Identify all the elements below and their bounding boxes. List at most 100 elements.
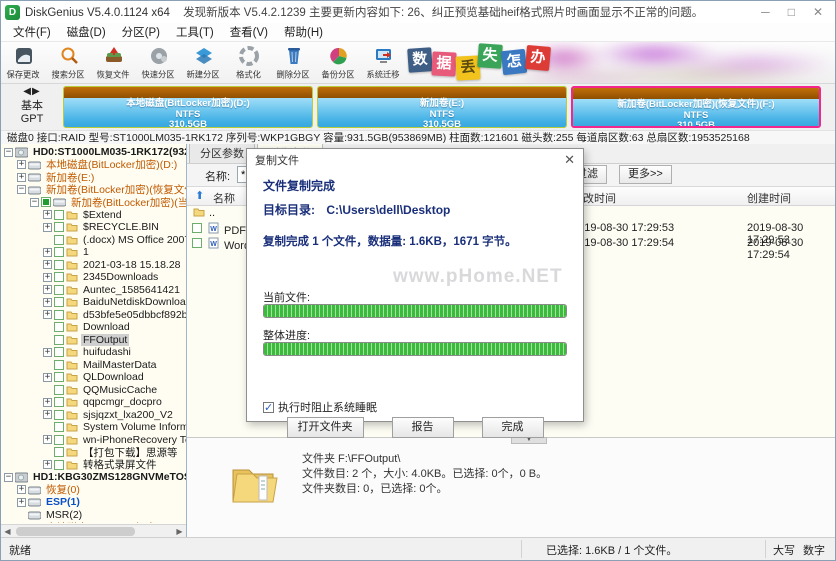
tree-checkbox[interactable] [54,422,64,432]
expand-icon[interactable]: + [17,160,26,169]
expand-icon[interactable]: + [43,298,52,307]
tree-item[interactable]: +2021-03-18 15.18.28 [1,259,186,272]
expand-icon[interactable]: + [43,398,52,407]
collapse-icon[interactable]: − [17,185,26,194]
tree-item[interactable]: +本地磁盘(BitLocker加密)(C:) [1,521,186,523]
tree-checkbox[interactable] [54,222,64,232]
tree-checkbox[interactable] [54,297,64,307]
tree-item[interactable]: +Auntec_1585641421 [1,284,186,297]
expand-icon[interactable]: + [43,260,52,269]
ad-tile[interactable]: 数 [407,47,433,73]
tree-item[interactable]: FFOutput [1,334,186,347]
系统迁移-button[interactable]: 系统迁移 [361,42,406,83]
column-created[interactable]: 创建时间 [747,190,791,206]
collapse-icon[interactable]: − [4,148,13,157]
partition-bar-2[interactable]: 新加卷(BitLocker加密)(恢复文件)(F:)NTFS310.5GB [571,86,821,128]
tree-item[interactable]: +huifudashi [1,346,186,359]
tree-checkbox[interactable] [54,247,64,257]
file-checkbox[interactable] [192,238,202,248]
expand-icon[interactable]: + [17,498,26,507]
menu-item-2[interactable]: 分区(P) [114,23,168,41]
tree-item[interactable]: +恢复(0) [1,484,186,497]
打开文件夹-button[interactable]: 打开文件夹 [287,417,364,438]
collapse-panel-button[interactable]: ▼ [511,437,547,444]
tree-item[interactable]: +BaiduNetdiskDownload [1,296,186,309]
more-button[interactable]: 更多>> [619,165,672,184]
tree-item[interactable]: +qqpcmgr_docpro [1,396,186,409]
搜索分区-button[interactable]: 搜索分区 [46,42,91,83]
tree-item[interactable]: +$RECYCLE.BIN [1,221,186,234]
tree-item[interactable]: +ESP(1) [1,496,186,509]
collapse-icon[interactable]: − [4,473,13,482]
tree-item[interactable]: +1 [1,246,186,259]
partition-bar-1[interactable]: 新加卷(E:)NTFS310.5GB [317,86,567,128]
checkbox-checked-icon[interactable] [263,402,274,413]
备份分区-button[interactable]: 备份分区 [316,42,361,83]
ad-tile[interactable]: 办 [525,45,551,71]
ad-tile[interactable]: 失 [477,43,503,69]
tree-checkbox[interactable] [41,197,51,207]
expand-icon[interactable]: + [43,273,52,282]
expand-icon[interactable]: + [43,223,52,232]
partition-bar-0[interactable]: 本地磁盘(BitLocker加密)(D:)NTFS310.5GB [63,86,313,128]
tree-checkbox[interactable] [54,435,64,445]
expand-icon[interactable]: + [43,373,52,382]
tree-item[interactable]: +2345Downloads [1,271,186,284]
expand-icon[interactable]: + [43,285,52,294]
close-button[interactable]: ✕ [813,5,823,19]
ad-banner[interactable]: 数据丢失怎办 [406,42,835,83]
menu-item-0[interactable]: 文件(F) [5,23,59,41]
tree-checkbox[interactable] [54,372,64,382]
tree-checkbox[interactable] [54,272,64,282]
ad-tile[interactable]: 据 [431,51,456,76]
scroll-right-icon[interactable]: ▶ [173,527,186,536]
tree-item[interactable]: (.docx) MS Office 2007 WO [1,234,186,247]
完成-button[interactable]: 完成 [482,417,544,438]
maximize-button[interactable]: □ [788,5,795,19]
新建分区-button[interactable]: 新建分区 [181,42,226,83]
tree-item[interactable]: +转格式录屏文件 [1,459,186,472]
expand-icon[interactable]: + [17,173,26,182]
dialog-title-bar[interactable]: 复制文件 ✕ [247,149,583,171]
expand-icon[interactable]: + [43,410,52,419]
expand-icon[interactable]: + [17,485,26,494]
tree-checkbox[interactable] [54,360,64,370]
tree-item[interactable]: +$Extend [1,209,186,222]
tree-checkbox[interactable] [54,285,64,295]
dialog-close-icon[interactable]: ✕ [564,152,575,168]
sort-ascending-icon[interactable]: ⬆ [195,189,204,202]
ad-tile[interactable]: 怎 [501,49,527,75]
tree-checkbox[interactable] [54,447,64,457]
删除分区-button[interactable]: 删除分区 [271,42,316,83]
expand-icon[interactable]: + [43,248,52,257]
menu-item-1[interactable]: 磁盘(D) [59,23,114,41]
expand-icon[interactable]: + [43,310,52,319]
快速分区-button[interactable]: 快速分区 [136,42,181,83]
tree-checkbox[interactable] [54,210,64,220]
tree-item[interactable]: +sjsjqzxt_lxa200_V2 [1,409,186,422]
tree-item[interactable]: +QLDownload [1,371,186,384]
tree-checkbox[interactable] [54,322,64,332]
collapse-icon[interactable]: − [30,198,39,207]
报告-button[interactable]: 报告 [392,417,454,438]
tree-checkbox[interactable] [54,235,64,245]
tree-checkbox[interactable] [54,410,64,420]
tree-checkbox[interactable] [54,397,64,407]
minimize-button[interactable]: ─ [761,5,770,19]
expand-icon[interactable]: + [43,348,52,357]
tree-item[interactable]: Download [1,321,186,334]
tree-item[interactable]: +d53bfe5e05dbbcf892b136 [1,309,186,322]
tree-item[interactable]: System Volume Informatio [1,421,186,434]
file-checkbox[interactable] [192,223,202,233]
tree-horizontal-scrollbar[interactable]: ◀ ▶ [1,524,186,537]
tree-checkbox[interactable] [54,335,64,345]
expand-icon[interactable]: + [43,460,52,469]
tree-checkbox[interactable] [54,260,64,270]
column-name[interactable]: 名称 [213,190,235,206]
tree-item[interactable]: QQMusicCache [1,384,186,397]
scroll-arrows-icon[interactable]: ◀▶ [7,86,57,97]
格式化-button[interactable]: 格式化 [226,42,271,83]
menu-item-4[interactable]: 查看(V) [222,23,276,41]
tree-item[interactable]: −HD1:KBG30ZMS128GNVMeTOSHIBA1 [1,471,186,484]
tree-item[interactable]: −新加卷(BitLocker加密)(当前分区 [1,196,186,209]
